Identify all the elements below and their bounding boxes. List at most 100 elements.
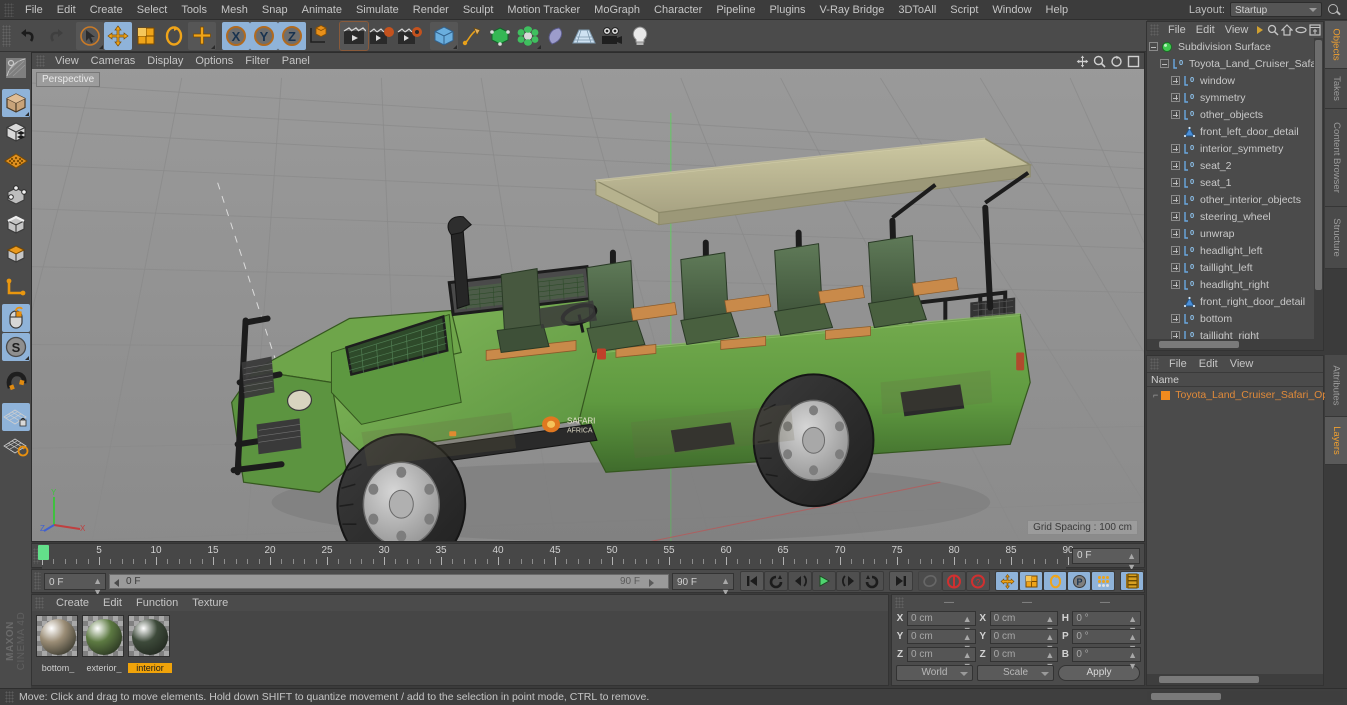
world-axis-button[interactable] (188, 21, 216, 50)
preview-range-bar[interactable]: 0 F 90 F (109, 573, 669, 589)
lock-y-button[interactable]: Y (250, 21, 278, 50)
expand-icon[interactable] (1171, 331, 1180, 339)
vertical-tab-content-browser[interactable]: Content Browser (1325, 109, 1347, 207)
material-menu-function[interactable]: Function (129, 596, 185, 610)
object-tree-row[interactable]: 0 seat_1 (1147, 174, 1314, 191)
l0-icon[interactable]: 0 (1183, 194, 1196, 205)
menu-edit[interactable]: Edit (50, 2, 83, 18)
pan-icon[interactable] (1076, 55, 1089, 68)
object-menu-file[interactable]: File (1163, 23, 1191, 37)
object-tree-row[interactable]: 0 bottom (1147, 310, 1314, 327)
timeline-track[interactable]: 051015202530354045505560657075808590 (38, 544, 1074, 569)
planar-workplane-button[interactable] (2, 432, 30, 460)
viewport-solo-button[interactable] (1, 304, 30, 332)
polygon-object-icon[interactable] (1183, 126, 1196, 138)
layout-dropdown[interactable]: Startup (1230, 2, 1322, 17)
expand-icon[interactable] (1171, 263, 1180, 272)
expand-icon[interactable] (1171, 280, 1180, 289)
toolbar-grip[interactable] (2, 24, 11, 47)
scroll-thumb[interactable] (1159, 676, 1259, 683)
add-generator-button[interactable] (486, 22, 514, 50)
object-menu-edit[interactable]: Edit (1191, 23, 1220, 37)
size-field-x[interactable]: 0 cm▲▼ (989, 610, 1059, 635)
layer-hscrollbar[interactable] (1147, 674, 1323, 685)
vertical-tab-takes[interactable]: Takes (1325, 69, 1347, 109)
next-frame-button[interactable] (836, 571, 860, 591)
object-tree-row[interactable]: 0 headlight_left (1147, 242, 1314, 259)
model-mode-button[interactable] (1, 89, 30, 117)
play-button[interactable] (812, 571, 836, 591)
menu-script[interactable]: Script (943, 2, 985, 18)
material-item[interactable]: bottom_ (36, 615, 78, 673)
material-item[interactable]: interior (128, 615, 172, 673)
coordinate-system-dropdown[interactable]: World (896, 665, 973, 681)
timeline-button[interactable] (1120, 571, 1144, 591)
l0-icon[interactable]: 0 (1183, 330, 1196, 339)
size-field-y[interactable]: 0 cm▲▼ (989, 628, 1059, 653)
param-key-button[interactable]: P (1067, 571, 1091, 591)
rotation-field-p[interactable]: 0 °▲▼ (1072, 628, 1142, 653)
object-tree-row[interactable]: 0 headlight_right (1147, 276, 1314, 293)
object-tree-row[interactable]: front_right_door_detail (1147, 293, 1314, 310)
timeline-frame-field[interactable]: 0 F ▲ ▼ (1072, 548, 1140, 572)
menu-3dtoall[interactable]: 3DToAll (891, 2, 943, 18)
rotation-key-button[interactable] (1043, 571, 1067, 591)
position-key-button[interactable] (995, 571, 1019, 591)
l0-icon[interactable]: 0 (1172, 58, 1185, 69)
menu-tools[interactable]: Tools (174, 2, 214, 18)
undo-button[interactable] (14, 22, 42, 50)
material-name[interactable]: interior (128, 663, 172, 673)
material-menu-texture[interactable]: Texture (185, 596, 235, 610)
add-deformer-button[interactable] (514, 22, 542, 50)
l0-icon[interactable]: 0 (1183, 75, 1196, 86)
add-camera-button[interactable] (598, 22, 626, 50)
object-tree-row[interactable]: Subdivision Surface (1147, 38, 1314, 55)
scale-key-button[interactable] (1019, 571, 1043, 591)
statusbar-grip[interactable] (5, 691, 14, 703)
redo-button[interactable] (42, 22, 70, 50)
lock-x-button[interactable]: X (222, 21, 250, 50)
ellipse-icon[interactable] (1295, 24, 1307, 36)
position-field-x[interactable]: 0 cm▲▼ (907, 610, 976, 635)
l0-icon[interactable]: 0 (1183, 143, 1196, 154)
expand-icon[interactable] (1171, 110, 1180, 119)
l0-icon[interactable]: 0 (1183, 245, 1196, 256)
polygon-mode-button[interactable] (2, 240, 30, 268)
play-backwards-button[interactable] (764, 571, 788, 591)
layer-color-swatch[interactable] (1161, 390, 1171, 400)
search-icon[interactable] (1327, 3, 1341, 17)
vertical-tab-structure[interactable]: Structure (1325, 207, 1347, 269)
make-editable-button[interactable] (2, 54, 30, 82)
object-tree-row[interactable]: 0 unwrap (1147, 225, 1314, 242)
coordinates-grip[interactable] (895, 596, 904, 608)
menu-sculpt[interactable]: Sculpt (456, 2, 501, 18)
scroll-thumb[interactable] (1151, 693, 1221, 700)
viewport-menu-filter[interactable]: Filter (239, 54, 275, 68)
object-manager-grip[interactable] (1150, 24, 1159, 36)
add-cube-button[interactable] (430, 21, 458, 50)
menu-character[interactable]: Character (647, 2, 709, 18)
size-field-z[interactable]: 0 cm▲▼ (989, 646, 1059, 671)
viewport-menu-panel[interactable]: Panel (276, 54, 316, 68)
object-menu-view[interactable]: View (1220, 23, 1254, 37)
object-tree-row[interactable]: 0 seat_2 (1147, 157, 1314, 174)
layer-rows[interactable]: ⌐ Toyota_Land_Cruiser_Safari_Open (1147, 387, 1340, 403)
spinner-icon[interactable]: ▲▼ (1128, 650, 1137, 672)
vertical-tab-objects[interactable]: Objects (1325, 21, 1347, 69)
live-selection-button[interactable] (76, 21, 104, 50)
l0-icon[interactable]: 0 (1183, 92, 1196, 103)
expand-icon[interactable] (1171, 314, 1180, 323)
menu-animate[interactable]: Animate (295, 2, 349, 18)
render-region-button[interactable] (368, 22, 396, 50)
add-scene-bend-button[interactable] (542, 22, 570, 50)
menu-mesh[interactable]: Mesh (214, 2, 255, 18)
expand-icon[interactable] (1171, 178, 1180, 187)
go-to-end-button[interactable] (889, 571, 913, 591)
layer-menu-view[interactable]: View (1224, 357, 1260, 371)
menu-simulate[interactable]: Simulate (349, 2, 406, 18)
viewport-menu-view[interactable]: View (49, 54, 85, 68)
end-frame-field[interactable]: 90 F ▲ ▼ (672, 572, 734, 597)
menu-create[interactable]: Create (83, 2, 130, 18)
object-tree-row[interactable]: 0 Toyota_Land_Cruiser_Safari_O (1147, 55, 1314, 72)
material-item[interactable]: exterior_ (82, 615, 124, 673)
